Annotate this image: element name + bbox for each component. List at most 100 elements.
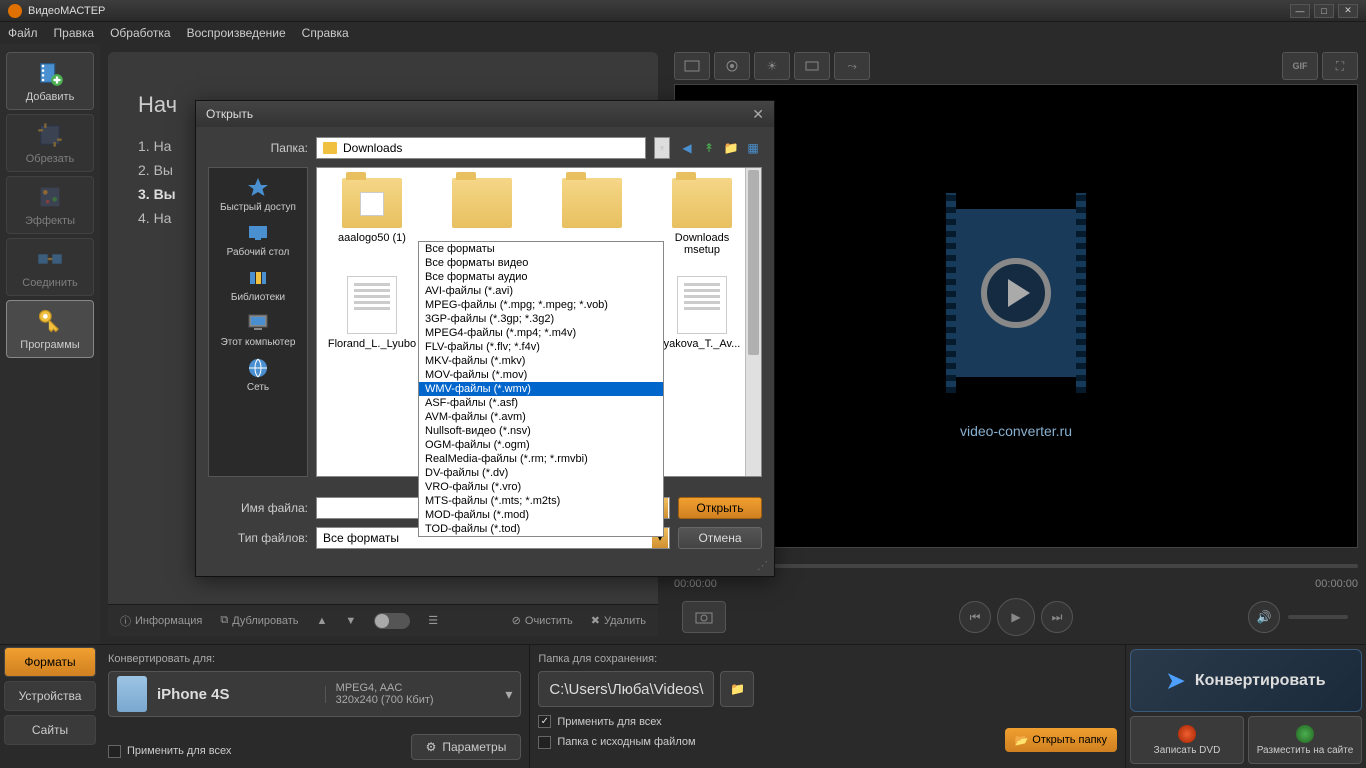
preview-tool-5[interactable]: ⤳	[834, 52, 870, 80]
preview-tool-4[interactable]	[794, 52, 830, 80]
place-quick-access[interactable]: Быстрый доступ	[220, 176, 296, 213]
filetype-option[interactable]: AVM-файлы (*.avm)	[419, 410, 663, 424]
prev-button[interactable]: ⏮	[959, 601, 991, 633]
keep-source-checkbox[interactable]	[538, 736, 551, 749]
filetype-option[interactable]: FLV-файлы (*.flv; *.f4v)	[419, 340, 663, 354]
apply-all-checkbox[interactable]	[108, 745, 121, 758]
filetype-option[interactable]: Nullsoft-видео (*.nsv)	[419, 424, 663, 438]
tool-join[interactable]: Соединить	[6, 238, 94, 296]
scrollbar[interactable]	[745, 168, 761, 476]
tool-effects[interactable]: Эффекты	[6, 176, 94, 234]
crop-icon	[36, 121, 64, 149]
timeline[interactable]	[674, 554, 1358, 578]
up-button[interactable]: ▲	[317, 615, 328, 627]
publish-button[interactable]: Разместить на сайте	[1248, 716, 1362, 764]
burn-dvd-button[interactable]: Записать DVD	[1130, 716, 1244, 764]
delete-button[interactable]: ✖Удалить	[591, 614, 646, 627]
filetype-option[interactable]: OGM-файлы (*.ogm)	[419, 438, 663, 452]
play-button[interactable]: ▶	[997, 598, 1035, 636]
place-network[interactable]: Сеть	[244, 356, 272, 393]
file-item[interactable]: Florand_L._Lyubo	[327, 276, 417, 350]
place-computer[interactable]: Этот компьютер	[221, 311, 296, 348]
nav-view-button[interactable]: ▦	[744, 139, 762, 157]
filetype-option[interactable]: MOV-файлы (*.mov)	[419, 368, 663, 382]
filetype-dropdown-list[interactable]: Все форматыВсе форматы видеоВсе форматы …	[418, 241, 664, 537]
nav-new-folder-button[interactable]: 📁	[722, 139, 740, 157]
folder-dropdown-button[interactable]: ▾	[654, 137, 670, 159]
filetype-option[interactable]: MKV-файлы (*.mkv)	[419, 354, 663, 368]
menu-edit[interactable]: Правка	[54, 26, 95, 40]
filetype-option[interactable]: AVI-файлы (*.avi)	[419, 284, 663, 298]
toggle-switch[interactable]	[374, 613, 410, 629]
volume-button[interactable]: 🔊	[1248, 601, 1280, 633]
convert-button[interactable]: ➤ Конвертировать	[1130, 649, 1362, 712]
filetype-option[interactable]: Все форматы видео	[419, 256, 663, 270]
device-selector[interactable]: iPhone 4S MPEG4, AAC 320x240 (700 Кбит) …	[108, 671, 521, 717]
resize-grip[interactable]: ⋰	[196, 559, 774, 576]
filetype-option[interactable]: DV-файлы (*.dv)	[419, 466, 663, 480]
folder-select[interactable]: Downloads	[316, 137, 646, 159]
convert-for-label: Конвертировать для:	[108, 653, 521, 665]
file-item[interactable]: Downloads msetup	[657, 178, 747, 256]
browse-folder-button[interactable]: 📁	[720, 671, 754, 707]
dialog-open-button[interactable]: Открыть	[678, 497, 762, 519]
clear-button[interactable]: ⊘Очистить	[512, 614, 573, 627]
nav-up-button[interactable]: ↟	[700, 139, 718, 157]
tab-formats[interactable]: Форматы	[4, 647, 96, 677]
menu-playback[interactable]: Воспроизведение	[187, 26, 286, 40]
close-button[interactable]: ✕	[1338, 4, 1358, 18]
file-item[interactable]: aaalogo50 (1)	[327, 178, 417, 256]
filetype-option[interactable]: VRO-файлы (*.vro)	[419, 480, 663, 494]
tab-sites[interactable]: Сайты	[4, 715, 96, 745]
down-button[interactable]: ▼	[345, 615, 356, 627]
duplicate-button[interactable]: ⧉Дублировать	[220, 614, 298, 627]
dialog-cancel-button[interactable]: Отмена	[678, 527, 762, 549]
filetype-option[interactable]: WMV-файлы (*.wmv)	[419, 382, 663, 396]
snapshot-button[interactable]	[682, 601, 726, 633]
place-desktop[interactable]: Рабочий стол	[227, 221, 290, 258]
apply-all-2-checkbox[interactable]	[538, 715, 551, 728]
params-button[interactable]: ⚙ Параметры	[411, 734, 522, 760]
preview-tool-1[interactable]	[674, 52, 710, 80]
filetype-option[interactable]: Все форматы	[419, 242, 663, 256]
preview-tool-3[interactable]: ☀	[754, 52, 790, 80]
file-item[interactable]: yakova_T._Av...	[657, 276, 747, 350]
minimize-button[interactable]: —	[1290, 4, 1310, 18]
filetype-option[interactable]: RealMedia-файлы (*.rm; *.rmvbi)	[419, 452, 663, 466]
menu-help[interactable]: Справка	[302, 26, 349, 40]
filetype-option[interactable]: Все форматы аудио	[419, 270, 663, 284]
filetype-option[interactable]: MPEG4-файлы (*.mp4; *.m4v)	[419, 326, 663, 340]
nav-back-button[interactable]: ◀	[678, 139, 696, 157]
next-button[interactable]: ⏭	[1041, 601, 1073, 633]
save-path-input[interactable]: C:\Users\Люба\Videos\	[538, 671, 714, 707]
filetype-option[interactable]: MPEG-файлы (*.mpg; *.mpeg; *.vob)	[419, 298, 663, 312]
dialog-close-button[interactable]: ✕	[752, 106, 764, 123]
tab-devices[interactable]: Устройства	[4, 681, 96, 711]
menu-process[interactable]: Обработка	[110, 26, 171, 40]
tool-add[interactable]: Добавить	[6, 52, 94, 110]
dialog-title: Открыть	[206, 107, 253, 121]
filetype-option[interactable]: 3GP-файлы (*.3gp; *.3g2)	[419, 312, 663, 326]
effects-icon	[36, 183, 64, 211]
menu-button[interactable]: ☰	[428, 614, 438, 627]
star-icon	[244, 176, 272, 200]
tool-programs[interactable]: Программы	[6, 300, 94, 358]
info-button[interactable]: ⓘИнформация	[120, 613, 202, 629]
filetype-option[interactable]: MOD-файлы (*.mod)	[419, 508, 663, 522]
preview-gif[interactable]: GIF	[1282, 52, 1318, 80]
preview-tool-2[interactable]	[714, 52, 750, 80]
preview-area: video-converter.ru	[674, 84, 1358, 548]
preview-fullscreen[interactable]: ⛶	[1322, 52, 1358, 80]
network-icon	[244, 356, 272, 380]
filetype-option[interactable]: ASF-файлы (*.asf)	[419, 396, 663, 410]
tool-crop[interactable]: Обрезать	[6, 114, 94, 172]
volume-slider[interactable]	[1288, 615, 1348, 619]
save-folder-label: Папка для сохранения:	[538, 653, 1117, 665]
play-overlay-icon	[981, 258, 1051, 328]
open-folder-button[interactable]: 📂 Открыть папку	[1005, 728, 1117, 752]
maximize-button[interactable]: □	[1314, 4, 1334, 18]
filetype-option[interactable]: TOD-файлы (*.tod)	[419, 522, 663, 536]
place-libraries[interactable]: Библиотеки	[231, 266, 285, 303]
filetype-option[interactable]: MTS-файлы (*.mts; *.m2ts)	[419, 494, 663, 508]
menu-file[interactable]: Файл	[8, 26, 38, 40]
